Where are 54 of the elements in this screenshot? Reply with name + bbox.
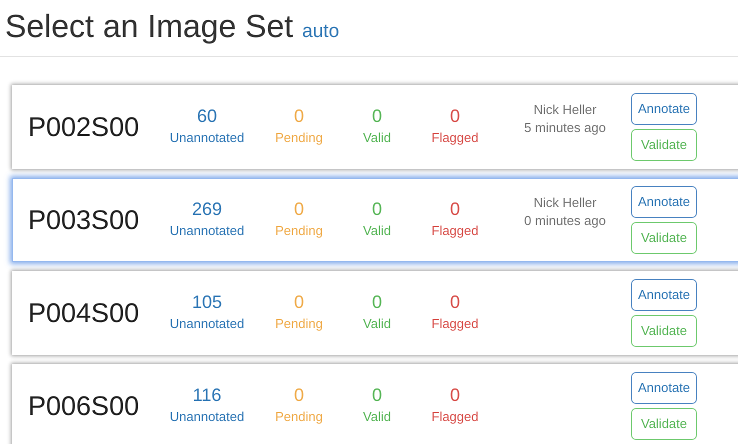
- stat-label: Valid: [363, 129, 391, 147]
- stat-count: 269: [192, 198, 222, 220]
- stat-label: Unannotated: [170, 408, 244, 426]
- validate-button[interactable]: Validate: [631, 129, 697, 161]
- stat-count: 105: [192, 291, 222, 313]
- stat-count: 0: [372, 384, 382, 406]
- image-set-name: P002S00: [27, 110, 140, 144]
- stat-label: Unannotated: [170, 315, 244, 333]
- stat-label: Valid: [363, 315, 391, 333]
- page-title: Select an Image Set: [5, 7, 294, 46]
- annotate-button[interactable]: Annotate: [631, 279, 697, 311]
- stat-label: Valid: [363, 222, 391, 240]
- stat-count: 0: [450, 291, 460, 313]
- annotate-button[interactable]: Annotate: [631, 93, 697, 125]
- stat-label: Flagged: [432, 408, 478, 426]
- validate-button[interactable]: Validate: [631, 408, 697, 440]
- image-set-card[interactable]: P003S00 269 Unannotated 0 Pending 0 Valid 0 Flagged Nick Heller 0 minutes ago Annotate Validate: [12, 178, 738, 262]
- last-updated: 0 minutes ago: [524, 212, 606, 230]
- last-updated: 5 minutes ago: [524, 119, 606, 137]
- stat-count: 60: [196, 105, 218, 127]
- last-user: Nick Heller: [534, 101, 596, 119]
- stat-count: 0: [294, 384, 304, 406]
- annotate-button[interactable]: Annotate: [631, 372, 697, 404]
- stat-label: Unannotated: [170, 129, 244, 147]
- image-set-card[interactable]: P006S00 116 Unannotated 0 Pending 0 Valid 0 Flagged Annotate Validate: [12, 364, 738, 444]
- stat-label: Flagged: [432, 129, 478, 147]
- stat-count: 0: [294, 291, 304, 313]
- validate-button[interactable]: Validate: [631, 222, 697, 254]
- validate-button[interactable]: Validate: [631, 315, 697, 347]
- image-set-name: P004S00: [27, 296, 140, 330]
- stat-label: Valid: [363, 408, 391, 426]
- stat-count: 0: [450, 105, 460, 127]
- stat-count: 0: [372, 291, 382, 313]
- stat-label: Pending: [275, 222, 323, 240]
- stat-label: Pending: [275, 315, 323, 333]
- stat-count: 0: [450, 384, 460, 406]
- page-subtitle: auto: [302, 20, 340, 44]
- stat-count: 0: [294, 105, 304, 127]
- image-set-card[interactable]: P004S00 105 Unannotated 0 Pending 0 Valid 0 Flagged Annotate Validate: [12, 271, 738, 355]
- stat-label: Flagged: [432, 222, 478, 240]
- last-user: Nick Heller: [534, 194, 596, 212]
- stat-count: 0: [372, 105, 382, 127]
- stat-label: Flagged: [432, 315, 478, 333]
- image-set-name: P003S00: [27, 204, 140, 237]
- stat-label: Pending: [275, 408, 323, 426]
- stat-label: Unannotated: [170, 222, 244, 240]
- stat-label: Pending: [275, 129, 323, 147]
- stat-count: 0: [450, 198, 460, 220]
- stat-count: 116: [192, 384, 222, 406]
- image-set-card[interactable]: P002S00 60 Unannotated 0 Pending 0 Valid 0 Flagged Nick Heller 5 minutes ago Annotate Validate: [12, 85, 738, 169]
- image-set-name: P006S00: [27, 390, 140, 423]
- stat-count: 0: [372, 198, 382, 220]
- stat-count: 0: [294, 198, 304, 220]
- annotate-button[interactable]: Annotate: [631, 186, 697, 218]
